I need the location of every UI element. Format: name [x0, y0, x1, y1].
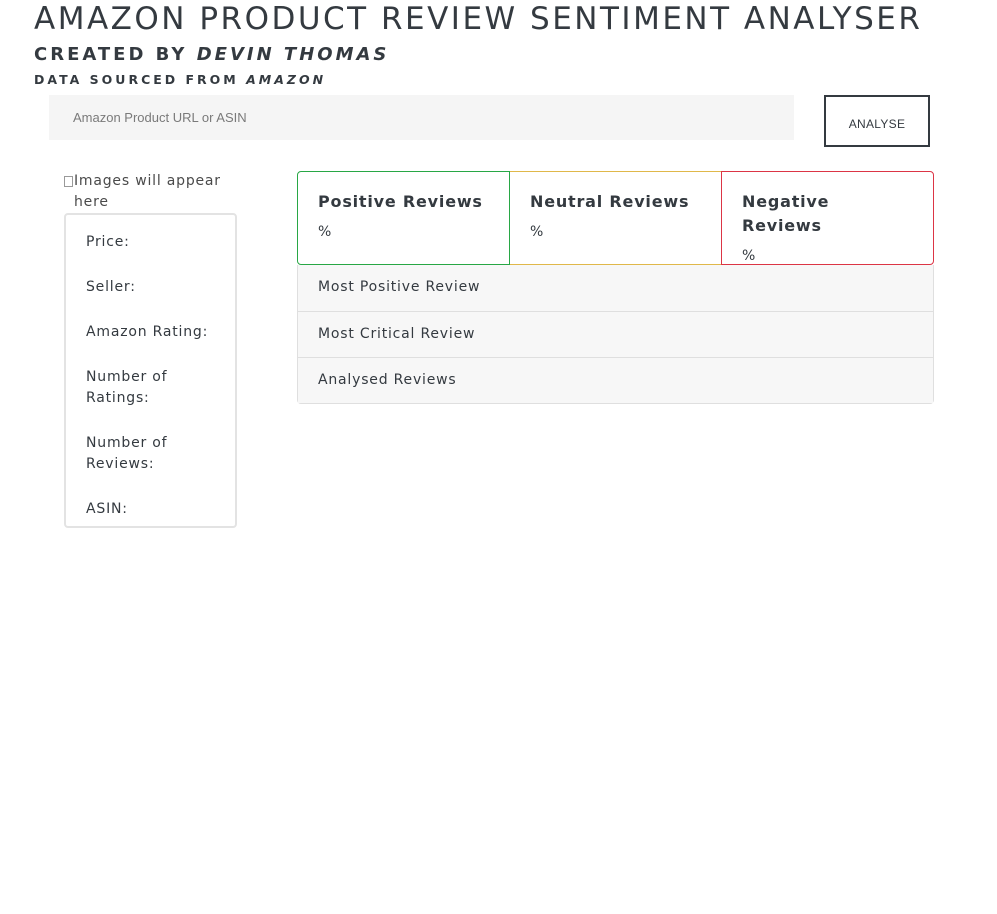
product-image: Images will appear here	[64, 171, 237, 213]
negative-reviews-card: Negative Reviews %	[721, 171, 934, 265]
data-source-name: AMAZON	[246, 72, 327, 87]
negative-reviews-title: Negative Reviews	[742, 192, 830, 235]
created-by: CREATED BY DEVIN THOMAS	[34, 43, 389, 67]
page-title: AMAZON PRODUCT REVIEW SENTIMENT ANALYSER	[34, 1, 923, 37]
created-by-label: CREATED BY	[34, 44, 188, 65]
author-name: DEVIN THOMAS	[196, 44, 390, 65]
search-input[interactable]	[49, 95, 794, 140]
sentiment-summary: Positive Reviews % Neutral Reviews % Neg…	[297, 171, 934, 265]
positive-reviews-card: Positive Reviews %	[297, 171, 510, 265]
positive-reviews-value: %	[318, 224, 332, 240]
neutral-reviews-card: Neutral Reviews %	[510, 171, 721, 265]
most-positive-review-toggle[interactable]: Most Positive Review	[298, 265, 933, 311]
number-of-ratings-label: Number of Ratings:	[86, 369, 168, 406]
positive-reviews-title: Positive Reviews	[318, 192, 483, 211]
data-source: DATA SOURCED FROM AMAZON	[34, 71, 326, 89]
analysed-reviews-toggle[interactable]: Analysed Reviews	[298, 357, 933, 403]
broken-image-icon	[64, 176, 73, 187]
analyse-button[interactable]: ANALYSE	[824, 95, 930, 147]
data-source-label: DATA SOURCED FROM	[34, 72, 239, 87]
reviews-accordion: Most Positive Review Most Critical Revie…	[297, 265, 934, 404]
seller-label: Seller:	[86, 279, 136, 295]
price-label: Price:	[86, 234, 130, 250]
asin-label: ASIN:	[86, 501, 128, 517]
negative-reviews-value: %	[742, 248, 756, 264]
number-of-reviews-label: Number of Reviews:	[86, 435, 168, 472]
product-info-card: Price: Seller: Amazon Rating: Number of …	[64, 213, 237, 528]
most-critical-review-toggle[interactable]: Most Critical Review	[298, 311, 933, 357]
neutral-reviews-title: Neutral Reviews	[530, 192, 690, 211]
amazon-rating-label: Amazon Rating:	[86, 324, 209, 340]
neutral-reviews-value: %	[530, 224, 544, 240]
product-image-alt-text: Images will appear here	[74, 173, 221, 210]
